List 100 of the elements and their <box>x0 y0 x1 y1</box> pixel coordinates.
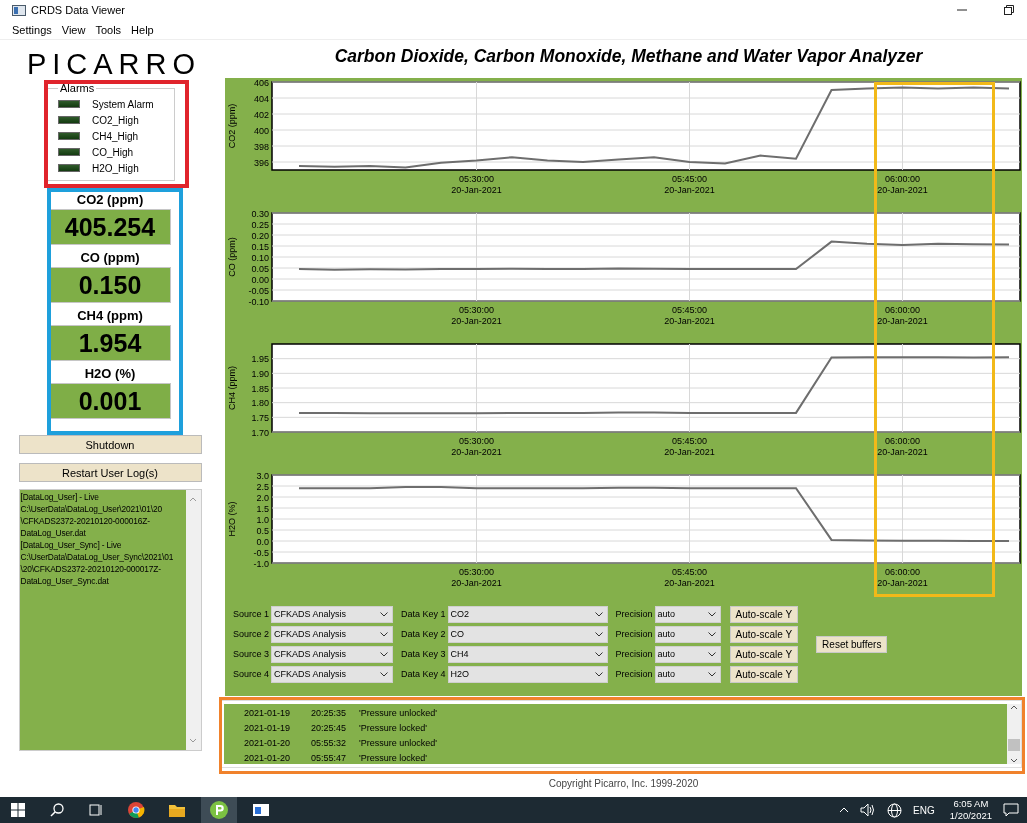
restore-icon[interactable] <box>1003 4 1015 16</box>
scroll-up-icon[interactable] <box>1010 704 1018 710</box>
alarm-label: CO2_High <box>92 114 139 126</box>
precision-label: Precision <box>615 669 653 679</box>
y-tick-label: 1.70 <box>251 427 269 438</box>
analyzer-title: Carbon Dioxide, Carbon Monoxide, Methane and Water Vapor Analyzer <box>333 45 924 68</box>
source-dropdown[interactable]: CFKADS Analysis <box>271 605 394 623</box>
globe-icon[interactable] <box>887 802 903 818</box>
precision-label: Precision <box>615 609 653 619</box>
x-tick-label: 05:30:00 20-Jan-2021 <box>451 174 502 195</box>
caret-icon <box>707 651 716 657</box>
x-tick-label: 05:30:00 20-Jan-2021 <box>451 305 502 326</box>
speaker-icon[interactable] <box>860 803 877 817</box>
y-tick-label: 0.15 <box>251 241 269 252</box>
y-tick-label: -0.05 <box>248 285 269 296</box>
readout-label: CH4 (ppm) <box>77 307 143 325</box>
source-dropdown[interactable]: CFKADS Analysis <box>271 645 394 663</box>
readout-label: CO (ppm) <box>80 249 140 267</box>
source-label: Source 2 <box>233 629 270 639</box>
chevron-up-icon[interactable] <box>839 806 850 814</box>
y-tick-label: 1.75 <box>251 412 269 423</box>
y-tick-label: 400 <box>253 125 269 136</box>
y-tick-label: 2.5 <box>256 481 269 492</box>
y-axis-label: CO (ppm) <box>227 237 237 277</box>
event-date: 2021-01-19 <box>244 707 292 720</box>
y-tick-label: 404 <box>253 93 269 104</box>
scroll-down-icon[interactable] <box>1010 758 1018 764</box>
alarm-label: System Alarm <box>92 98 154 110</box>
event-message: 'Pressure locked' <box>359 722 427 735</box>
menu-item[interactable]: View <box>61 23 86 36</box>
active-app-tab[interactable] <box>201 797 237 823</box>
log-file-line: [DataLog_User_Sync] - Live <box>20 539 123 551</box>
browser-icon[interactable] <box>127 801 145 819</box>
scroll-thumb[interactable] <box>1008 739 1020 751</box>
y-tick-label: 0.5 <box>256 525 269 536</box>
task-view-icon[interactable] <box>88 802 104 818</box>
data-key-dropdown[interactable]: CH4 <box>447 645 608 663</box>
menu-item[interactable]: Settings <box>12 23 52 36</box>
clock[interactable]: 6:05 AM 1/20/2021 <box>949 798 992 822</box>
x-tick-label: 06:00:00 20-Jan-2021 <box>877 567 928 588</box>
windows-start-icon[interactable] <box>10 802 26 818</box>
alarm-label: H2O_High <box>92 162 139 174</box>
y-tick-label: 2.0 <box>256 492 269 503</box>
menu-item[interactable]: Help <box>131 23 154 36</box>
x-tick-label: 05:30:00 20-Jan-2021 <box>451 567 502 588</box>
alarm-label: CO_High <box>92 146 134 158</box>
precision-dropdown[interactable]: auto <box>654 625 721 643</box>
y-axis-label: CO2 (ppm) <box>227 103 237 149</box>
window-app-icon[interactable] <box>252 803 270 817</box>
notification-icon[interactable] <box>1003 803 1019 817</box>
action-button[interactable]: Restart User Log(s) <box>18 463 202 482</box>
event-time: 05:55:47 <box>311 752 348 765</box>
y-tick-label: 406 <box>253 78 269 88</box>
precision-dropdown[interactable]: auto <box>654 665 721 683</box>
log-file-line: DataLog_User_Sync.dat <box>20 575 110 587</box>
action-button[interactable]: Shutdown <box>18 435 202 454</box>
auto-scale-button[interactable]: Auto-scale Y <box>729 605 799 623</box>
source-dropdown[interactable]: CFKADS Analysis <box>271 625 394 643</box>
y-tick-label: 0.10 <box>251 252 269 263</box>
caret-icon <box>380 651 389 657</box>
precision-dropdown[interactable]: auto <box>654 645 721 663</box>
data-key-dropdown[interactable]: CO <box>447 625 608 643</box>
auto-scale-button[interactable]: Auto-scale Y <box>729 645 799 663</box>
auto-scale-button[interactable]: Auto-scale Y <box>729 625 799 643</box>
y-tick-label: -0.10 <box>248 296 269 307</box>
log-file-line: C:\UserData\DataLog_User\2021\01\20 <box>20 503 163 515</box>
auto-scale-button[interactable]: Auto-scale Y <box>729 665 799 683</box>
caret-icon <box>380 631 389 637</box>
data-key-dropdown[interactable]: H2O <box>447 665 608 683</box>
caret-icon <box>594 651 603 657</box>
x-tick-label: 05:30:00 20-Jan-2021 <box>451 436 502 457</box>
alarm-label: CH4_High <box>92 130 139 142</box>
caret-icon <box>594 631 603 637</box>
source-dropdown[interactable]: CFKADS Analysis <box>271 665 394 683</box>
log-file-line: \20\CFKADS2372-20210120-000017Z- <box>20 563 162 575</box>
language-indicator[interactable]: ENG <box>913 804 935 816</box>
scrollbar[interactable] <box>1007 704 1021 764</box>
search-icon[interactable] <box>49 802 65 818</box>
data-key-dropdown[interactable]: CO2 <box>447 605 608 623</box>
caret-icon <box>380 671 389 677</box>
caret-icon <box>594 611 603 617</box>
readout-label: CO2 (ppm) <box>76 191 144 209</box>
reset-buffers-button[interactable]: Reset buffers <box>816 635 888 653</box>
logo: PICARRO <box>25 48 202 80</box>
readout-value: 0.150 <box>49 267 171 303</box>
y-tick-label: 0.00 <box>251 274 269 285</box>
precision-dropdown[interactable]: auto <box>654 605 721 623</box>
log-file-line: [DataLog_User] - Live <box>20 491 100 503</box>
y-tick-label: -1.0 <box>253 558 269 569</box>
data-key-label: Data Key 3 <box>401 649 446 659</box>
folder-icon[interactable] <box>168 802 186 818</box>
alarms-title: Alarms <box>59 82 96 94</box>
event-message: 'Pressure unlocked' <box>359 737 437 750</box>
y-tick-label: -0.5 <box>253 547 269 558</box>
event-time: 05:55:32 <box>311 737 348 750</box>
event-date: 2021-01-20 <box>244 737 292 750</box>
menu-item[interactable]: Tools <box>95 23 122 36</box>
y-tick-label: 1.85 <box>251 383 269 394</box>
event-time: 20:25:35 <box>311 707 348 720</box>
y-tick-label: 0.20 <box>251 230 269 241</box>
